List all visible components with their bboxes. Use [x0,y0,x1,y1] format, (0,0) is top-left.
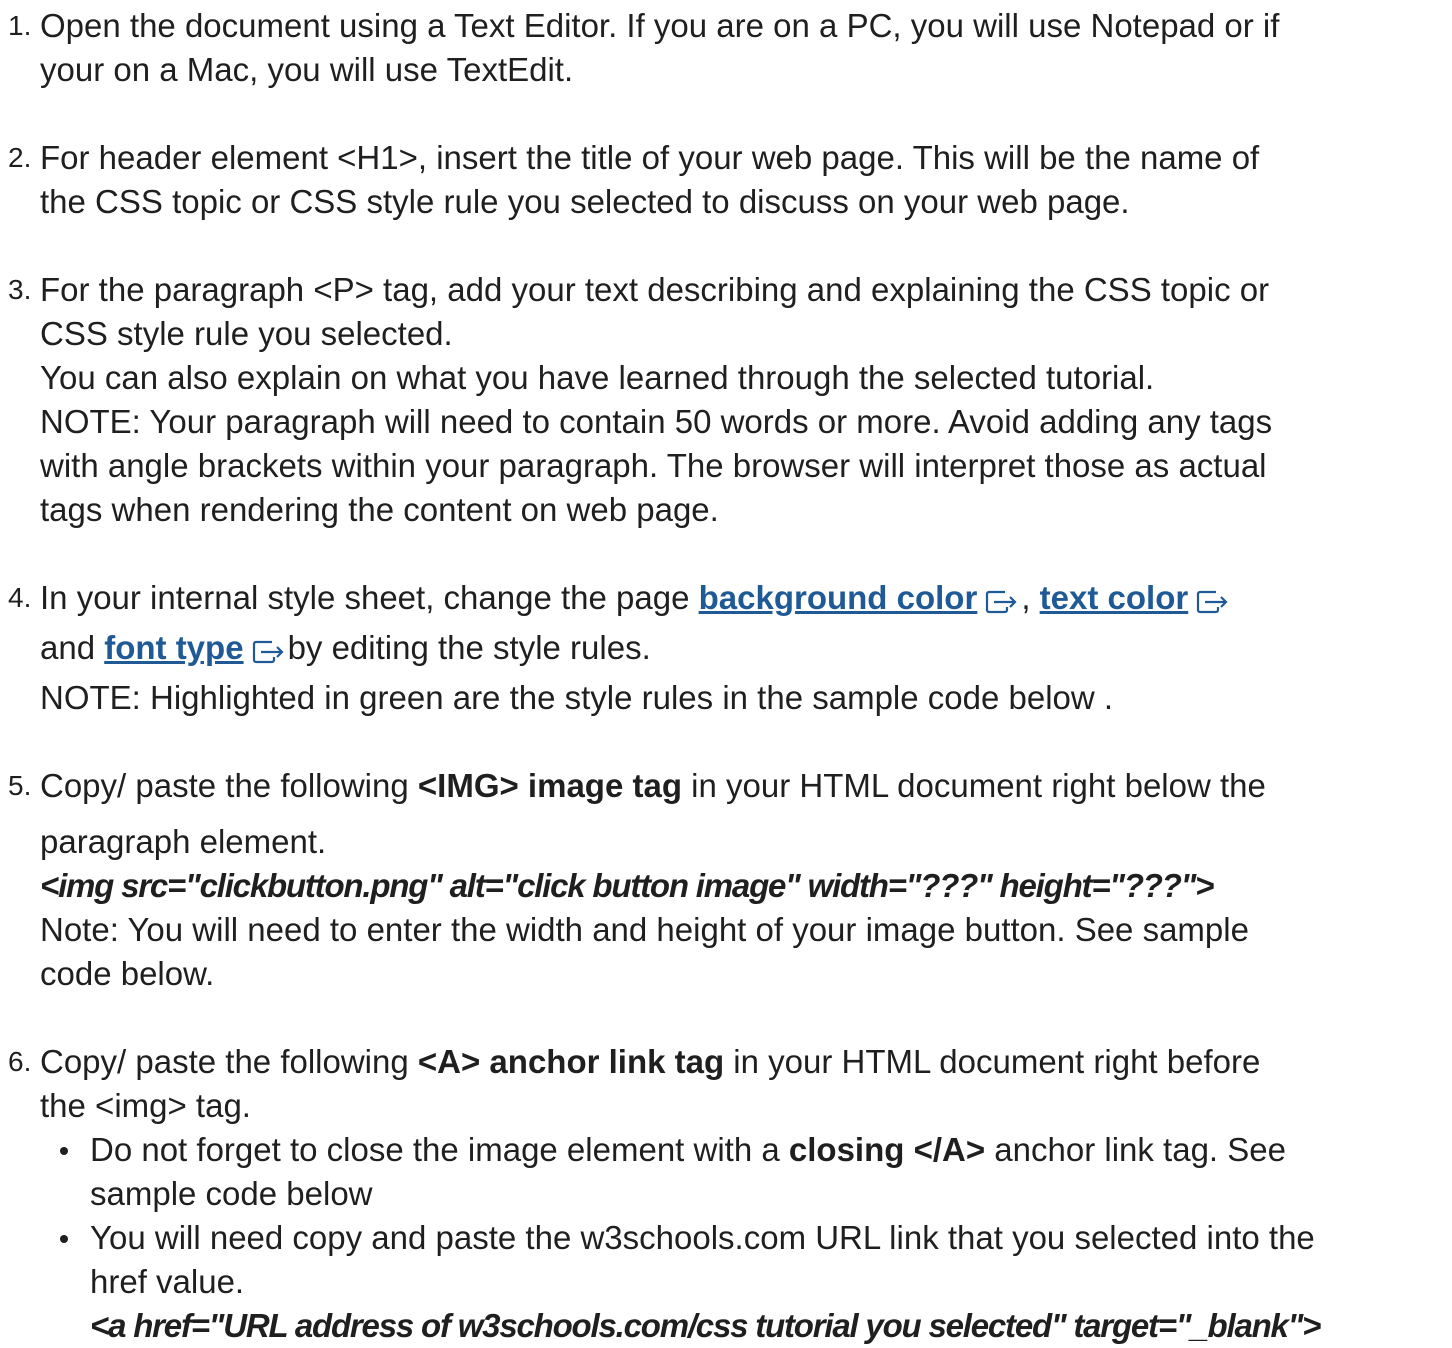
step-text: and [40,629,105,666]
step-number: 1. [8,10,32,41]
step-text-line: the <img> tag. [40,1087,251,1124]
step-text-line: In your internal style sheet, change the… [40,576,1446,626]
step-number: 6. [8,1046,32,1077]
step-number: 4. [8,582,32,613]
bullet-icon [60,1235,68,1243]
bullet-list: Do not forget to close the image element… [40,1128,1446,1348]
step-text-line: paragraph element. [40,823,327,860]
step-text-line: and font type by editing the style rules. [40,626,1446,676]
bullet-text-line: Do not forget to close the image element… [90,1128,1446,1172]
instruction-list: 1. Open the document using a Text Editor… [0,4,1452,1348]
step-number: 2. [8,142,32,173]
list-item: You will need copy and paste the w3schoo… [40,1216,1446,1348]
img-tag-bold: <IMG> image tag [417,767,682,804]
anchor-code-sample: <a href="URL address of w3schools.com/cs… [90,1307,1321,1344]
step-text-line: the CSS topic or CSS style rule you sele… [40,183,1130,220]
external-link-icon[interactable] [252,632,286,676]
step-6: 6. Copy/ paste the following <A> anchor … [0,1040,1452,1348]
closing-tag-bold: closing </A> [788,1131,986,1168]
step-text-line: your on a Mac, you will use TextEdit. [40,51,574,88]
step-4: 4. In your internal style sheet, change … [0,576,1452,720]
font-type-link[interactable]: font type [104,629,243,666]
bullet-text-line: href value. [90,1263,245,1300]
bullet-text: anchor link tag. See [985,1131,1286,1168]
step-text-line: Open the document using a Text Editor. I… [40,7,1280,44]
step-text: In your internal style sheet, change the… [40,579,699,616]
step-text-line: NOTE: Your paragraph will need to contai… [40,403,1273,440]
step-text: Copy/ paste the following [40,1043,418,1080]
step-text-line: Copy/ paste the following <IMG> image ta… [40,764,1446,808]
step-text-line: For header element <H1>, insert the titl… [40,139,1260,176]
step-5: 5. Copy/ paste the following <IMG> image… [0,764,1452,996]
step-number: 3. [8,274,32,305]
step-text-line: CSS style rule you selected. [40,315,453,352]
step-note: code below. [40,955,215,992]
step-text-line: For the paragraph <P> tag, add your text… [40,271,1270,308]
bullet-text-line: You will need copy and paste the w3schoo… [90,1219,1315,1256]
step-3: 3. For the paragraph <P> tag, add your t… [0,268,1452,532]
step-1: 1. Open the document using a Text Editor… [0,4,1452,92]
step-note: NOTE: Highlighted in green are the style… [40,679,1114,716]
step-text: in your HTML document right below the [681,767,1266,804]
step-text: Copy/ paste the following [40,767,418,804]
step-text-line: with angle brackets within your paragrap… [40,447,1267,484]
img-code-sample: <img src="clickbutton.png" alt="click bu… [40,867,1214,904]
list-item: Do not forget to close the image element… [40,1128,1446,1216]
step-text-line: You can also explain on what you have le… [40,359,1155,396]
document-body: 1. Open the document using a Text Editor… [0,0,1452,1348]
background-color-link[interactable]: background color [699,579,978,616]
step-note: Note: You will need to enter the width a… [40,911,1249,948]
anchor-tag-bold: <A> anchor link tag [417,1043,725,1080]
bullet-icon [60,1147,68,1155]
step-text-line: Copy/ paste the following <A> anchor lin… [40,1040,1446,1084]
text-color-link[interactable]: text color [1040,579,1189,616]
step-text: in your HTML document right before [724,1043,1261,1080]
step-2: 2. For header element <H1>, insert the t… [0,136,1452,224]
external-link-icon[interactable] [1196,582,1230,626]
comma: , [1021,579,1031,616]
step-number: 5. [8,770,32,801]
step-text: by editing the style rules. [287,629,651,666]
step-text-line: tags when rendering the content on web p… [40,491,719,528]
bullet-text: Do not forget to close the image element… [90,1131,789,1168]
external-link-icon[interactable] [985,582,1019,626]
bullet-text-line: sample code below [90,1175,373,1212]
